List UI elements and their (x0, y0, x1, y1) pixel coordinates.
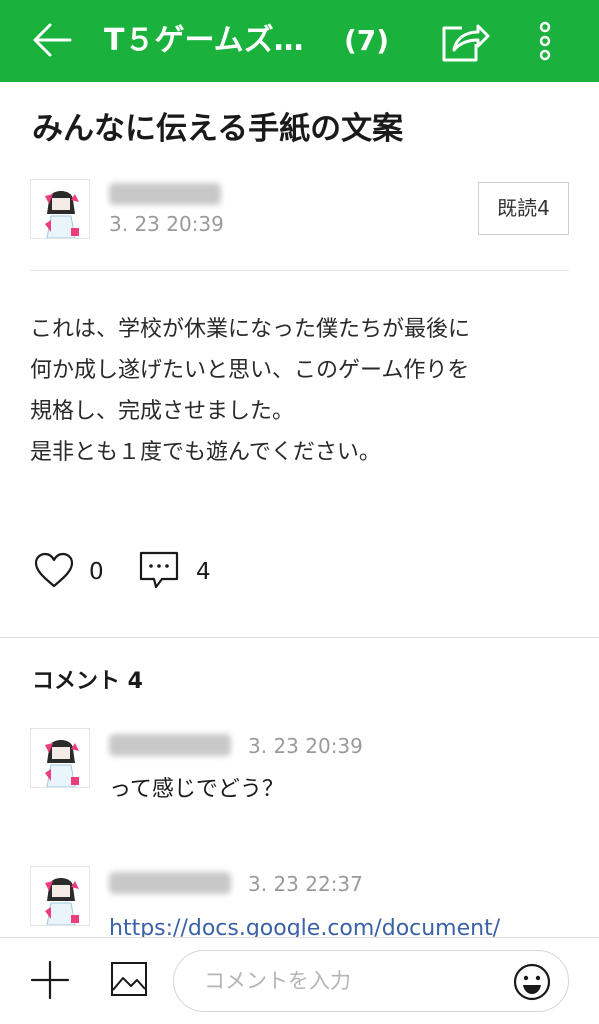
divider (30, 270, 569, 271)
comment-input[interactable] (204, 963, 504, 999)
more-vertical-icon[interactable] (530, 18, 560, 64)
back-arrow-icon[interactable] (30, 20, 74, 60)
comment-bubble-icon[interactable] (138, 550, 180, 592)
post-title: みんなに伝える手紙の文案 (32, 111, 404, 147)
post-body-line: これは、学校が休業になった僕たちが最後に (30, 317, 471, 342)
comments-heading: コメント 4 (32, 669, 143, 694)
group-title[interactable]: T５ゲームズ… (104, 20, 304, 62)
comment-input-bar (0, 937, 599, 1024)
post-timestamp: 3. 23 20:39 (109, 212, 224, 236)
app-header: T５ゲームズ… (7) (0, 0, 599, 82)
post-body-line: 規格し、完成させました。 (30, 399, 295, 424)
member-count: (7) (344, 24, 390, 57)
comment-author-blurred (109, 734, 231, 756)
read-count-button[interactable]: 既読4 (478, 182, 569, 235)
author-avatar[interactable] (30, 179, 90, 239)
comment-avatar[interactable] (30, 866, 90, 926)
comment-field-wrapper (173, 950, 569, 1012)
comment-author-blurred (109, 872, 231, 894)
comment-avatar[interactable] (30, 728, 90, 788)
emoji-icon[interactable] (512, 962, 552, 1002)
post-body-line: 是非とも１度でも遊んでください。 (30, 440, 381, 465)
heart-icon[interactable] (34, 552, 74, 590)
image-icon[interactable] (110, 960, 148, 998)
post-body: これは、学校が休業になった僕たちが最後に 何か成し遂げたいと思い、このゲーム作り… (30, 309, 570, 473)
comment-timestamp: 3. 23 22:37 (248, 872, 363, 896)
plus-icon[interactable] (30, 960, 70, 1000)
share-icon[interactable] (438, 18, 490, 64)
comment-text: って感じでどう？ (109, 777, 284, 802)
like-count: 0 (89, 559, 104, 585)
comment-timestamp: 3. 23 20:39 (248, 734, 363, 758)
post-body-line: 何か成し遂げたいと思い、このゲーム作りを (30, 358, 470, 383)
author-name-blurred (109, 183, 221, 205)
comment-count: 4 (196, 559, 211, 585)
section-divider (0, 637, 599, 638)
